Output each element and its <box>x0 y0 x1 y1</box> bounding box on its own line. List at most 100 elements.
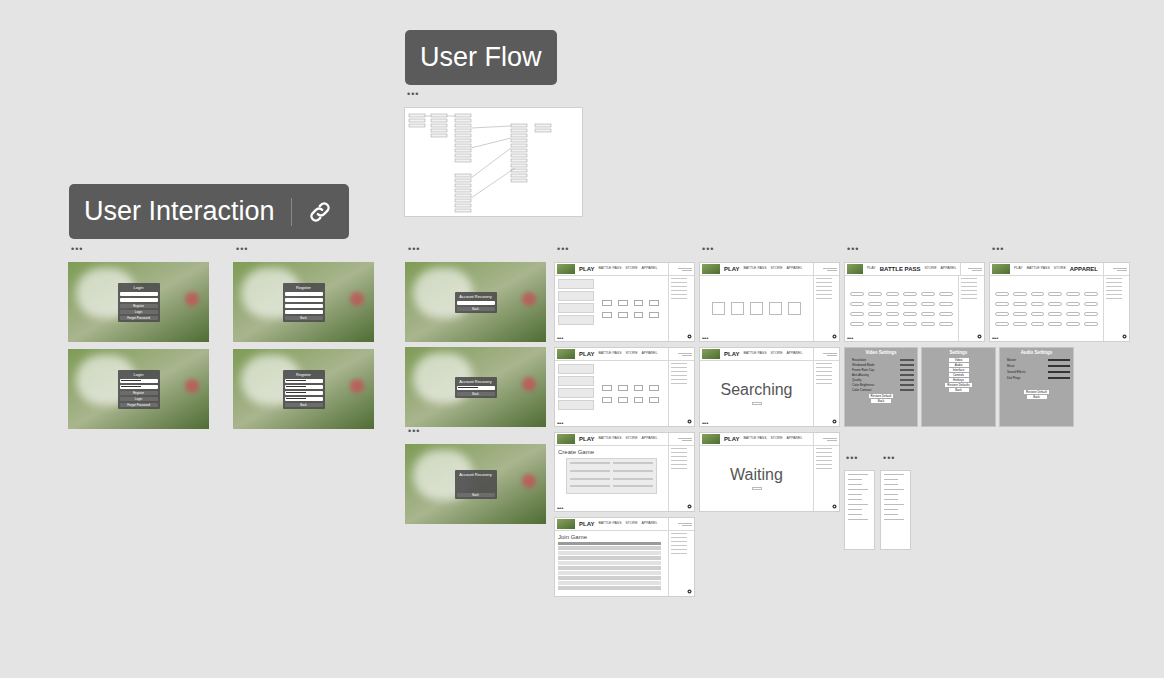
mode-option[interactable] <box>649 397 659 403</box>
section-label[interactable]: User Interaction <box>69 184 349 239</box>
dialog-button[interactable]: Login <box>120 310 158 314</box>
grid-item[interactable] <box>1084 302 1098 306</box>
frame-menu-dots[interactable]: ••• <box>847 245 859 254</box>
nav-tab[interactable]: PLAY <box>579 436 594 442</box>
mode-item[interactable] <box>558 291 594 301</box>
mode-option[interactable] <box>602 300 612 306</box>
dialog-button[interactable]: Back <box>285 316 323 320</box>
grid-item[interactable] <box>1084 292 1098 296</box>
frame-auth[interactable]: LoginRegisterLoginForgot Password <box>68 262 209 342</box>
nav-tab[interactable]: PLAY <box>724 351 739 357</box>
settings-button[interactable]: Controls <box>949 373 969 377</box>
mode-item[interactable] <box>558 315 594 325</box>
volume-track[interactable] <box>1048 359 1070 361</box>
grid-item[interactable] <box>939 302 953 306</box>
frame-auth[interactable]: RegisterBack <box>233 262 374 342</box>
nav-tab[interactable]: PLAY <box>867 267 876 271</box>
settings-button[interactable]: Back <box>871 399 891 403</box>
grid-item[interactable] <box>868 302 882 306</box>
setting-control[interactable] <box>900 384 914 386</box>
gear-icon[interactable] <box>687 419 692 424</box>
mode-item[interactable] <box>558 364 594 374</box>
nav-tab[interactable]: BATTLE PASS <box>598 352 621 356</box>
mode-option[interactable] <box>634 385 644 391</box>
table-row[interactable] <box>558 556 661 560</box>
link-group[interactable] <box>291 184 334 239</box>
grid-item[interactable] <box>1031 322 1045 326</box>
frame-game[interactable]: PLAYBATTLE PASSSTOREAPPAREL••• <box>699 262 840 342</box>
settings-button[interactable]: Audio <box>949 363 969 367</box>
dialog-button[interactable]: Back <box>457 392 495 396</box>
grid-item[interactable] <box>1066 292 1080 296</box>
nav-tab[interactable]: PLAY <box>579 521 594 527</box>
table-row[interactable] <box>558 546 661 550</box>
mode-option[interactable] <box>634 397 644 403</box>
setting-control[interactable] <box>900 359 914 361</box>
frame-menu-dots[interactable]: ••• <box>992 245 1004 254</box>
input-field[interactable] <box>285 391 323 395</box>
grid-item[interactable] <box>1066 322 1080 326</box>
settings-button[interactable]: Restore Defaults <box>945 383 971 387</box>
nav-tab[interactable]: BATTLE PASS <box>880 266 921 272</box>
nav-tab[interactable]: BATTLE PASS <box>743 267 766 271</box>
input-field[interactable] <box>285 304 323 308</box>
form-field[interactable] <box>570 478 610 480</box>
nav-tab[interactable]: STORE <box>924 267 936 271</box>
table-row[interactable] <box>558 561 661 565</box>
gear-icon[interactable] <box>687 589 692 594</box>
mode-option[interactable] <box>618 397 628 403</box>
grid-item[interactable] <box>1013 312 1027 316</box>
input-field[interactable] <box>120 298 158 302</box>
input-field[interactable] <box>457 386 495 390</box>
volume-track[interactable] <box>1048 365 1070 367</box>
mode-option[interactable] <box>618 312 628 318</box>
settings-button[interactable]: Restore Default <box>1024 390 1049 394</box>
mode-item[interactable] <box>558 388 594 398</box>
setting-control[interactable] <box>900 364 914 366</box>
grid-item[interactable] <box>850 312 864 316</box>
settings-button[interactable]: Restore Default <box>869 394 894 398</box>
mode-option[interactable] <box>618 300 628 306</box>
grid-item[interactable] <box>903 322 917 326</box>
grid-item[interactable] <box>921 322 935 326</box>
nav-tab[interactable]: STORE <box>625 352 637 356</box>
input-field[interactable] <box>285 379 323 383</box>
setting-control[interactable] <box>900 389 914 391</box>
frame-game[interactable]: PLAYBATTLE PASSSTOREAPPAREL••• <box>554 347 695 427</box>
frame-menu-dots[interactable]: ••• <box>408 245 420 254</box>
grid-item[interactable] <box>1013 302 1027 306</box>
volume-track[interactable] <box>1048 371 1070 373</box>
grid-item[interactable] <box>1048 312 1062 316</box>
table-row[interactable] <box>558 581 661 585</box>
frame-mini[interactable] <box>880 470 911 550</box>
grid-item[interactable] <box>850 322 864 326</box>
nav-tab[interactable]: STORE <box>625 267 637 271</box>
grid-item[interactable] <box>921 312 935 316</box>
nav-tab[interactable]: BATTLE PASS <box>743 437 766 441</box>
nav-tab[interactable]: APPAREL <box>641 352 657 356</box>
grid-item[interactable] <box>1084 312 1098 316</box>
grid-item[interactable] <box>1048 322 1062 326</box>
setting-control[interactable] <box>900 369 914 371</box>
grid-item[interactable] <box>921 292 935 296</box>
grid-item[interactable] <box>1031 302 1045 306</box>
card[interactable] <box>731 302 744 315</box>
settings-button[interactable]: Back <box>949 388 969 392</box>
nav-tab[interactable]: APPAREL <box>786 352 802 356</box>
nav-tab[interactable]: STORE <box>770 352 782 356</box>
grid-item[interactable] <box>886 322 900 326</box>
nav-tab[interactable]: BATTLE PASS <box>743 352 766 356</box>
frame-flow[interactable] <box>404 107 583 217</box>
frame-auth[interactable]: Account RecoveryBack <box>405 262 546 342</box>
grid-item[interactable] <box>886 292 900 296</box>
frame-settings[interactable]: SettingsVideoAudioInterfaceControlsHotke… <box>921 347 996 427</box>
grid-item[interactable] <box>939 312 953 316</box>
table-row[interactable] <box>558 586 661 590</box>
dialog-button[interactable]: Back <box>457 307 495 311</box>
frame-menu-dots[interactable]: ••• <box>846 454 858 463</box>
nav-tab[interactable]: APPAREL <box>641 267 657 271</box>
nav-tab[interactable]: STORE <box>1054 267 1066 271</box>
mode-option[interactable] <box>602 312 612 318</box>
grid-item[interactable] <box>921 302 935 306</box>
settings-button[interactable]: Interface <box>949 368 969 372</box>
